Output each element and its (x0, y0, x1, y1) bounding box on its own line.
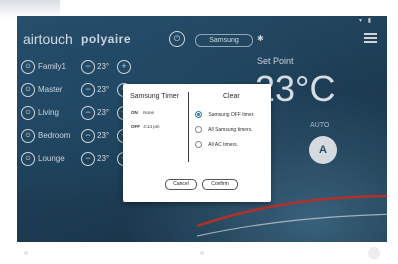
radio-samsung-off-timer[interactable]: Samsung OFF timer. (195, 111, 255, 118)
radio-unselected-icon (195, 141, 202, 148)
timer-dialog: Samsung Timer ON None OFF 4:14 pm Clear … (123, 84, 271, 202)
timer-off-label: OFF (131, 124, 140, 129)
nav-back-icon[interactable] (24, 251, 28, 255)
timer-on-label: ON (131, 110, 138, 115)
timer-on-row: ON None (131, 110, 154, 115)
radio-all-samsung-timers[interactable]: All Samsung timers. (195, 126, 253, 133)
radio-label: Samsung OFF timer. (208, 111, 255, 118)
app-screen: ▾ ▮ airtouch polyaire ⏻ Samsung ✱ ⏻ Fami… (17, 16, 387, 242)
timer-off-row: OFF 4:14 pm (131, 124, 160, 129)
device-bottom-bezel (0, 242, 398, 264)
radio-unselected-icon (195, 126, 202, 133)
timer-off-value: 4:14 pm (143, 124, 160, 129)
nav-home-icon[interactable] (200, 251, 204, 255)
cancel-button[interactable]: Cancel (165, 179, 197, 190)
radio-selected-icon (195, 111, 202, 118)
radio-label: All AC timers. (208, 141, 239, 148)
radio-label: All Samsung timers. (208, 126, 253, 133)
dialog-divider (188, 92, 189, 162)
clear-title: Clear (223, 93, 240, 100)
confirm-button[interactable]: Confirm (202, 179, 238, 190)
nav-recent-icon[interactable] (368, 247, 380, 259)
timer-on-value: None (143, 110, 155, 115)
radio-all-ac-timers[interactable]: All AC timers. (195, 141, 238, 148)
dialog-title: Samsung Timer (130, 93, 180, 100)
